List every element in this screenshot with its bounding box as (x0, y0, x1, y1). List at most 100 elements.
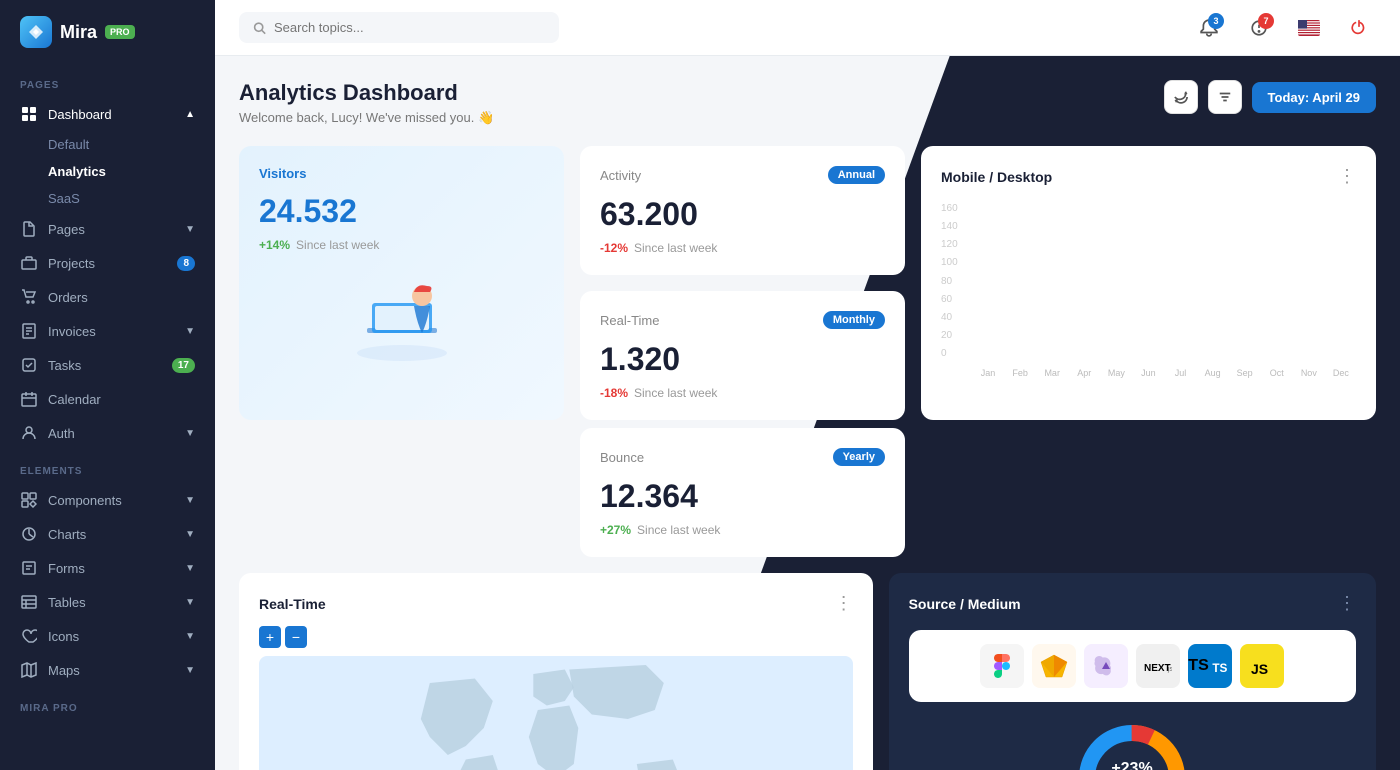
world-map (259, 656, 853, 770)
javascript-logo: JS (1240, 644, 1284, 688)
bar-group-jul (1165, 203, 1195, 359)
sketch-logo (1032, 644, 1076, 688)
source-header: Source / Medium ⋮ (909, 593, 1356, 614)
search-box[interactable] (239, 12, 559, 43)
page-actions: Today: April 29 (1164, 80, 1376, 114)
sidebar-item-components[interactable]: Components ▼ (0, 483, 215, 517)
sidebar-item-pages[interactable]: Pages ▼ (0, 212, 215, 246)
bar-label-dec: Dec (1326, 363, 1356, 383)
bar-labels: JanFebMarAprMayJunJulAugSepOctNovDec (973, 363, 1356, 383)
flag-button[interactable] (1292, 11, 1326, 45)
file-icon (20, 220, 38, 238)
bar-label-may: May (1101, 363, 1131, 383)
source-medium-card: Source / Medium ⋮ (889, 573, 1376, 770)
map-zoom-in[interactable]: + (259, 626, 281, 648)
page-subtitle: Welcome back, Lucy! We've missed you. 👋 (239, 110, 494, 126)
briefcase-icon (20, 254, 38, 272)
mira-pro-section-label: MIRA PRO (0, 687, 215, 720)
visitors-illustration (259, 268, 544, 373)
sidebar-item-calendar[interactable]: Calendar (0, 382, 215, 416)
activity-value: 63.200 (600, 196, 885, 233)
filter-button[interactable] (1208, 80, 1242, 114)
sidebar-item-maps[interactable]: Maps ▼ (0, 653, 215, 687)
figma-logo (980, 644, 1024, 688)
sidebar-sub-default[interactable]: Default (48, 131, 215, 158)
realtime-card: Real-Time Monthly 1.320 -18% Since last … (580, 291, 905, 420)
donut-chart-area: +23% new visitors (909, 718, 1356, 770)
bounce-row: Bounce Yearly 12.364 +27% Since last wee… (239, 428, 1376, 557)
components-chevron: ▼ (185, 495, 195, 506)
bounce-card: Bounce Yearly 12.364 +27% Since last wee… (580, 428, 905, 557)
check-icon (20, 356, 38, 374)
sidebar-item-orders[interactable]: Orders (0, 280, 215, 314)
logo-text: Mira (60, 22, 97, 43)
bar-label-mar: Mar (1037, 363, 1067, 383)
forms-chevron: ▼ (185, 563, 195, 574)
map-title: Real-Time (259, 596, 326, 612)
realtime-header: Real-Time Monthly (600, 311, 885, 329)
bounce-value: 12.364 (600, 478, 885, 515)
content-inner: Analytics Dashboard Welcome back, Lucy! … (215, 56, 1400, 770)
sidebar-item-icons[interactable]: Icons ▼ (0, 619, 215, 653)
sidebar-item-forms[interactable]: Forms ▼ (0, 551, 215, 585)
activity-header: Activity Annual (600, 166, 885, 184)
sidebar-item-tasks[interactable]: Tasks 17 (0, 348, 215, 382)
visitors-value: 24.532 (259, 193, 544, 230)
page-header: Analytics Dashboard Welcome back, Lucy! … (239, 80, 1376, 126)
bottom-grid: Real-Time ⋮ + − (239, 573, 1376, 770)
svg-text:TS: TS (1212, 662, 1227, 675)
bar-group-jan (973, 203, 1003, 359)
sidebar-item-invoices[interactable]: Invoices ▼ (0, 314, 215, 348)
charts-label: Charts (48, 527, 86, 542)
invoices-chevron: ▼ (185, 326, 195, 337)
bar-label-aug: Aug (1198, 363, 1228, 383)
visitors-label: Visitors (259, 166, 544, 181)
projects-badge: 8 (177, 256, 195, 271)
page-title-area: Analytics Dashboard Welcome back, Lucy! … (239, 80, 494, 126)
sidebar-item-projects[interactable]: Projects 8 (0, 246, 215, 280)
source-menu-button[interactable]: ⋮ (1338, 593, 1356, 614)
bar-chart (973, 203, 1356, 359)
y-axis: 160 140 120 100 80 60 40 20 0 (941, 203, 969, 359)
activity-change: -12% (600, 241, 628, 255)
bounce-footer: +27% Since last week (600, 523, 885, 537)
heart-icon (20, 627, 38, 645)
sidebar-item-tables[interactable]: Tables ▼ (0, 585, 215, 619)
sidebar: Mira PRO PAGES Dashboard ▲ Default Analy… (0, 0, 215, 770)
bar-group-nov (1294, 203, 1324, 359)
svg-text:JS: JS (1251, 661, 1268, 677)
chart-menu-button[interactable]: ⋮ (1338, 166, 1356, 187)
bar-label-apr: Apr (1069, 363, 1099, 383)
map-zoom-out[interactable]: − (285, 626, 307, 648)
power-button[interactable] (1342, 11, 1376, 45)
bar-label-nov: Nov (1294, 363, 1324, 383)
bar-label-jan: Jan (973, 363, 1003, 383)
mobile-desktop-card: Mobile / Desktop ⋮ 160 140 120 100 80 60… (921, 146, 1376, 420)
components-label: Components (48, 493, 122, 508)
logo-area: Mira PRO (0, 0, 215, 64)
sidebar-sub-analytics[interactable]: Analytics (48, 158, 215, 185)
map-menu-button[interactable]: ⋮ (835, 593, 853, 614)
today-button[interactable]: Today: April 29 (1252, 82, 1376, 113)
bar-group-feb (1005, 203, 1035, 359)
alerts-button[interactable]: 7 (1242, 11, 1276, 45)
icons-chevron: ▼ (185, 631, 195, 642)
sidebar-sub-saas[interactable]: SaaS (48, 185, 215, 212)
pages-label: Pages (48, 222, 85, 237)
bar-label-jun: Jun (1133, 363, 1163, 383)
visitors-change: +14% (259, 238, 290, 252)
bar-group-apr (1069, 203, 1099, 359)
header: 3 7 (215, 0, 1400, 56)
sidebar-item-auth[interactable]: Auth ▼ (0, 416, 215, 450)
search-input[interactable] (274, 20, 545, 35)
bounce-header: Bounce Yearly (600, 448, 885, 466)
sidebar-item-dashboard[interactable]: Dashboard ▲ (0, 97, 215, 131)
visitors-footer: +14% Since last week (259, 238, 544, 252)
bar-label-sep: Sep (1230, 363, 1260, 383)
search-icon (253, 21, 266, 35)
refresh-button[interactable] (1164, 80, 1198, 114)
logo-badge: PRO (105, 25, 135, 39)
notifications-button[interactable]: 3 (1192, 11, 1226, 45)
sidebar-item-charts[interactable]: Charts ▼ (0, 517, 215, 551)
pages-section-label: PAGES (0, 64, 215, 97)
